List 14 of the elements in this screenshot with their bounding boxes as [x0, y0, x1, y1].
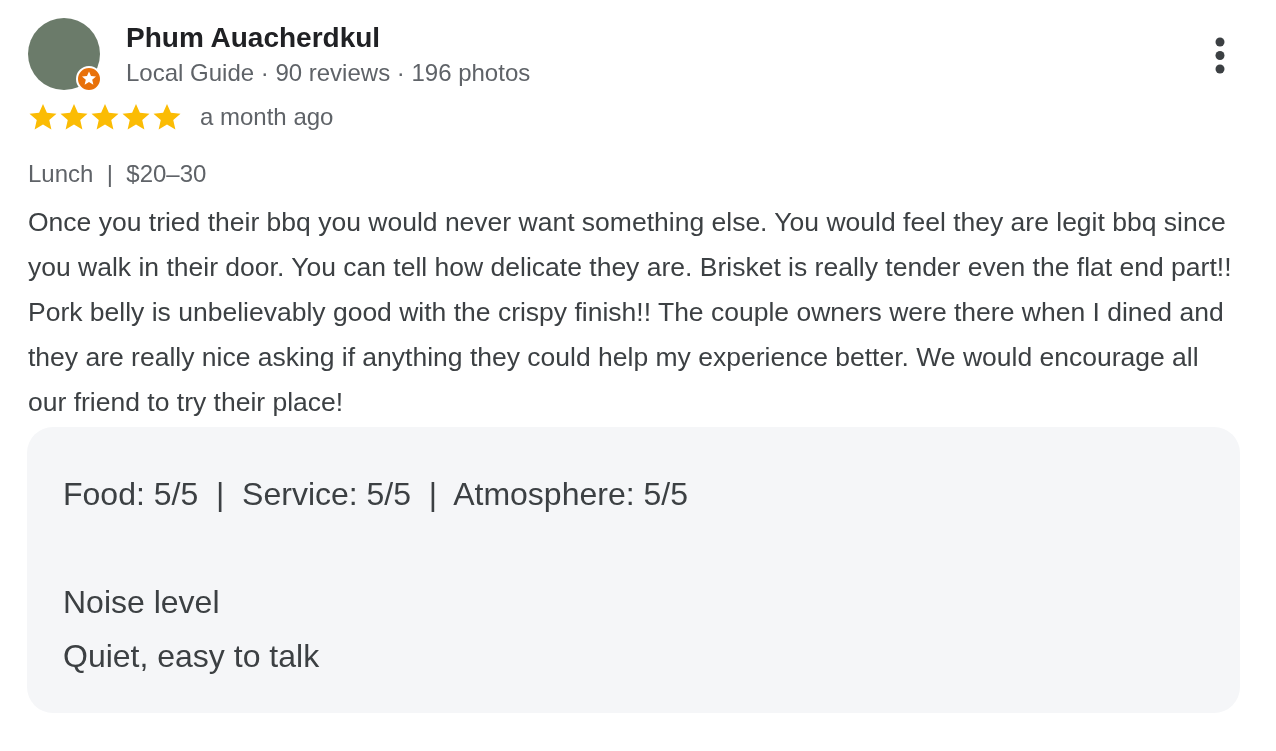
- reviewer-stats: Local Guide · 90 reviews · 196 photos: [126, 58, 532, 88]
- star-icon: [152, 102, 182, 132]
- star-icon: [121, 102, 151, 132]
- more-options-icon[interactable]: [1214, 36, 1226, 76]
- star-icon: [59, 102, 89, 132]
- detail-label: Noise level: [63, 583, 221, 622]
- visit-context: Lunch | $20–30: [28, 160, 208, 188]
- detail-value: Quiet, easy to talk: [63, 637, 321, 676]
- star-icon: [90, 102, 120, 132]
- aspect-ratings: Food: 5/5 | Service: 5/5 | Atmosphere: 5/5: [63, 475, 689, 514]
- reviewer-name[interactable]: Phum Auacherdkul: [126, 20, 1188, 56]
- review-time: a month ago: [200, 103, 334, 131]
- review-text: Once you tried their bbq you would never want something else. You would feel they are legit bbq since you walk in their door. You can tell how delicate they are. Brisket is really tender even the flat end part!! Pork belly is unbelievably good with the crispy finish!! The couple owners were there when I dined and they are really nice asking if anything they could help my experience better. We would encourage all our friend to try their place!: [28, 206, 1233, 419]
- star-icon: [28, 102, 58, 132]
